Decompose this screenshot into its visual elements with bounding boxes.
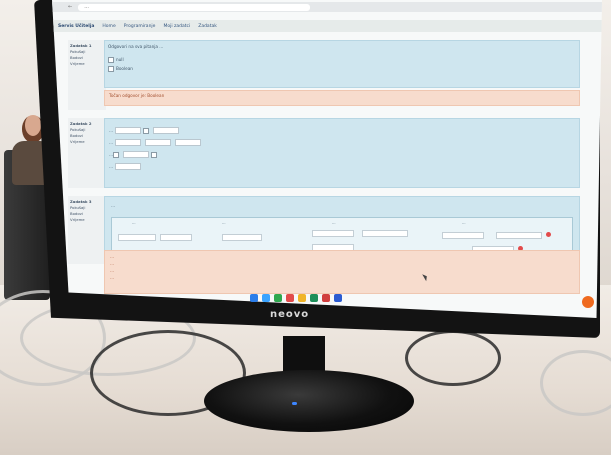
question-line: ... <box>109 163 575 170</box>
app-icon[interactable] <box>322 294 330 302</box>
monitor-stand-base <box>204 370 414 432</box>
browser-address-bar[interactable]: ← ... <box>52 2 602 12</box>
nav-item[interactable]: Home <box>102 24 115 29</box>
answer-input[interactable] <box>115 163 141 170</box>
back-icon[interactable]: ← <box>68 4 72 10</box>
site-brand[interactable]: Servis Učitelja <box>58 24 94 29</box>
question-text-box: Odgovori na sva pitanja ... null Boolean <box>104 40 580 88</box>
feedback-box-1: Točan odgovor je: Boolean <box>104 90 580 106</box>
monitor-screen: ← ... Servis Učitelja Home Programiranje… <box>52 0 602 318</box>
answer-checkbox[interactable] <box>143 127 149 134</box>
remove-icon[interactable] <box>546 232 551 237</box>
question-line: ... <box>109 139 575 146</box>
table-header: ... <box>222 220 226 225</box>
option-row[interactable]: null <box>108 57 576 63</box>
floating-action-button[interactable] <box>582 296 594 308</box>
browser-icon[interactable] <box>334 294 342 302</box>
photo-scene: neovo ← ... Servis Učitelja Home Program… <box>0 0 611 455</box>
power-led <box>292 402 297 405</box>
app-icon[interactable] <box>286 294 294 302</box>
cable <box>405 330 501 386</box>
answer-input[interactable] <box>123 151 149 158</box>
option-radio[interactable] <box>108 66 114 72</box>
question-title: ... <box>111 203 115 208</box>
nav-item[interactable]: Programiranje <box>124 24 156 29</box>
nav-item[interactable]: Moji zadatci <box>163 24 190 29</box>
question-text: Odgovori na sva pitanja ... <box>108 44 164 49</box>
answer-input[interactable] <box>115 139 141 146</box>
table-select[interactable] <box>442 232 484 239</box>
table-select[interactable] <box>362 230 408 237</box>
table-select[interactable] <box>312 230 354 237</box>
answer-input[interactable] <box>175 139 201 146</box>
app-icon[interactable] <box>274 294 282 302</box>
folder-icon[interactable] <box>298 294 306 302</box>
answer-checkbox[interactable] <box>113 151 119 158</box>
search-icon[interactable] <box>262 294 270 302</box>
option-radio[interactable] <box>108 57 114 63</box>
question-info-3: Zadatak 3 Pokušaji Bodovi Vrijeme <box>68 196 106 264</box>
table-select[interactable] <box>118 234 156 241</box>
question-block-1: Zadatak 1 Pokušaji Bodovi Vrijeme Odgovo… <box>68 40 580 110</box>
monitor-logo: neovo <box>270 309 310 320</box>
answer-input[interactable] <box>145 139 171 146</box>
question-info-2: Zadatak 2 Pokušaji Bodovi Vrijeme <box>68 118 106 188</box>
option-row[interactable]: Boolean <box>108 66 576 72</box>
app-icon[interactable] <box>310 294 318 302</box>
windows-taskbar <box>52 290 600 310</box>
answer-input[interactable] <box>115 127 141 134</box>
table-header: ... <box>132 220 136 225</box>
answer-input[interactable] <box>153 127 179 134</box>
nav-item[interactable]: Zadatak <box>198 24 217 29</box>
question-line: ... <box>109 151 575 158</box>
question-block-2: Zadatak 2 Pokušaji Bodovi Vrijeme ... ..… <box>68 118 580 188</box>
feedback-box-3: ... ... ... ... <box>104 250 580 294</box>
question-panel-2: ... ... ... ... <box>104 118 580 188</box>
start-icon[interactable] <box>250 294 258 302</box>
table-select[interactable] <box>496 232 542 239</box>
question-panel-1: Odgovori na sva pitanja ... null Boolean… <box>104 40 580 110</box>
table-select[interactable] <box>222 234 262 241</box>
question-info-1: Zadatak 1 Pokušaji Bodovi Vrijeme <box>68 40 106 110</box>
answer-checkbox[interactable] <box>151 151 157 158</box>
table-select[interactable] <box>160 234 192 241</box>
url-field[interactable]: ... <box>78 3 311 11</box>
table-header: ... <box>332 220 336 225</box>
site-navbar: Servis Učitelja Home Programiranje Moji … <box>52 20 602 32</box>
question-line: ... <box>109 127 575 134</box>
table-header: ... <box>462 220 466 225</box>
